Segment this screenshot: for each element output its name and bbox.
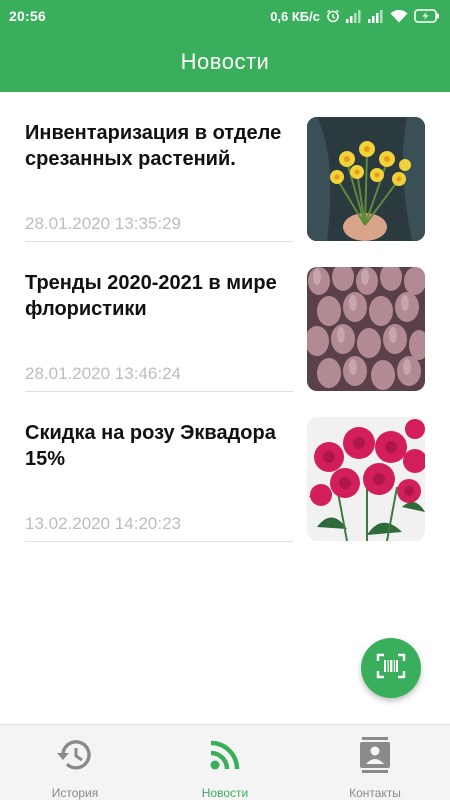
news-item[interactable]: Тренды 2020-2021 в мире флористики 28.01… bbox=[0, 242, 450, 392]
news-date: 13.02.2020 14:20:23 bbox=[25, 514, 181, 533]
nav-item-history[interactable]: История bbox=[0, 725, 150, 800]
barcode-scan-icon bbox=[376, 653, 406, 684]
news-thumbnail-roses[interactable] bbox=[307, 417, 425, 541]
nav-label: Контакты bbox=[349, 786, 401, 800]
page-title: Новости bbox=[180, 49, 270, 74]
news-text: Тренды 2020-2021 в мире флористики 28.01… bbox=[25, 270, 293, 392]
news-thumbnail-tulips[interactable] bbox=[307, 267, 425, 391]
signal-icon bbox=[346, 9, 362, 23]
nav-label: Новости bbox=[201, 786, 249, 800]
news-item[interactable]: Скидка на розу Эквадора 15% 13.02.2020 1… bbox=[0, 392, 450, 542]
wifi-icon bbox=[390, 9, 408, 23]
news-date: 28.01.2020 13:35:29 bbox=[25, 214, 181, 233]
divider bbox=[25, 541, 293, 542]
history-icon bbox=[55, 737, 95, 773]
news-item[interactable]: Инвентаризация в отделе срезанных растен… bbox=[0, 92, 450, 242]
alarm-icon bbox=[326, 9, 340, 23]
nav-item-contacts[interactable]: Контакты bbox=[300, 725, 450, 800]
status-bar: 20:56 0,6 КБ/с bbox=[0, 0, 450, 32]
news-title: Тренды 2020-2021 в мире флористики bbox=[25, 272, 277, 320]
bottom-navigation: История Новости Контакты bbox=[0, 724, 450, 800]
contacts-icon bbox=[358, 737, 392, 773]
news-title: Скидка на розу Эквадора 15% bbox=[25, 422, 276, 470]
battery-charging-icon bbox=[414, 9, 440, 23]
signal-icon bbox=[368, 9, 384, 23]
news-title: Инвентаризация в отделе срезанных растен… bbox=[25, 122, 282, 170]
news-text: Инвентаризация в отделе срезанных растен… bbox=[25, 120, 293, 242]
status-time: 20:56 bbox=[9, 8, 46, 24]
app-bar: Новости bbox=[0, 32, 450, 92]
rss-feed-icon bbox=[208, 737, 242, 773]
nav-item-news[interactable]: Новости bbox=[150, 725, 300, 800]
news-text: Скидка на розу Эквадора 15% 13.02.2020 1… bbox=[25, 420, 293, 542]
nav-label: История bbox=[51, 786, 99, 800]
news-date: 28.01.2020 13:46:24 bbox=[25, 364, 181, 383]
status-indicators: 0,6 КБ/с bbox=[270, 9, 440, 24]
news-thumbnail-daffodils[interactable] bbox=[307, 117, 425, 241]
scan-barcode-button[interactable] bbox=[361, 638, 421, 698]
network-speed: 0,6 КБ/с bbox=[270, 8, 320, 24]
